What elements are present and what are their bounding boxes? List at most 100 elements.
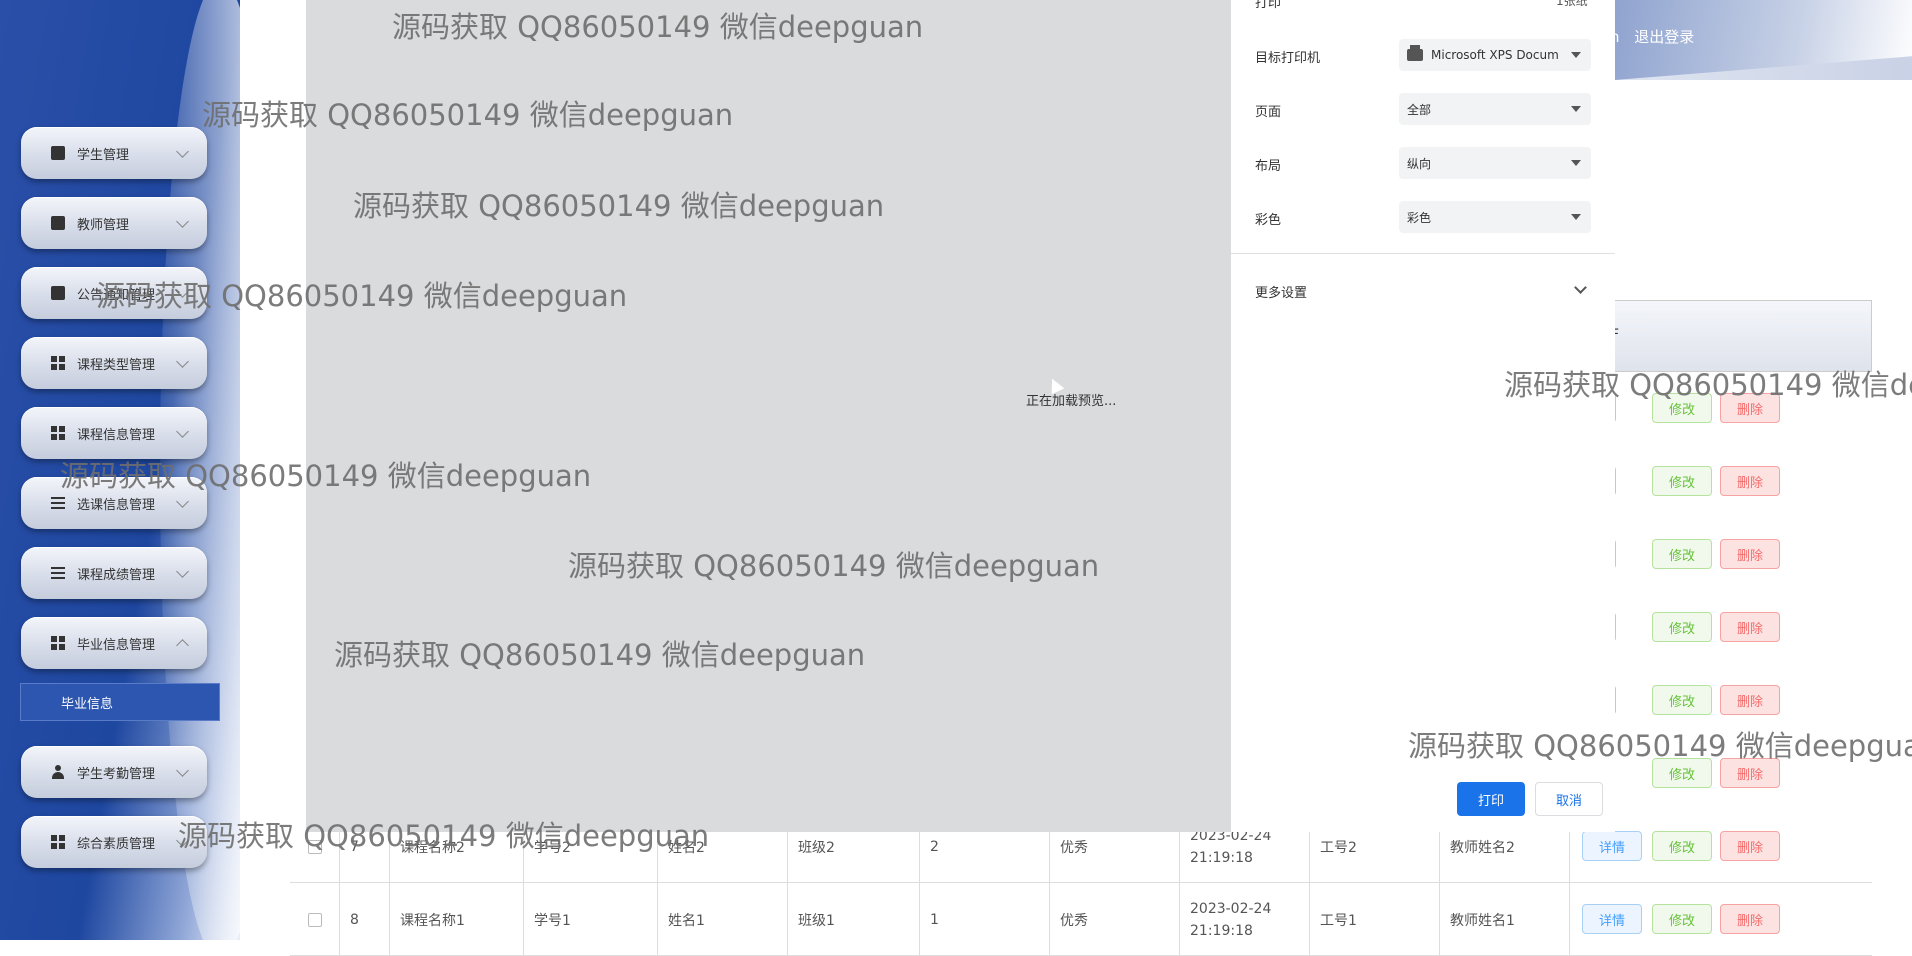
edit-button[interactable]: 修改	[1652, 758, 1712, 788]
delete-button[interactable]: 删除	[1720, 539, 1780, 569]
color-value: 彩色	[1407, 210, 1432, 225]
sidebar-item-quality-management[interactable]: 综合素质管理	[21, 816, 207, 868]
table-header-partial: F	[1572, 300, 1872, 372]
row-checkbox[interactable]	[307, 912, 322, 927]
sidebar-item-course-grade-management[interactable]: 课程成绩管理	[21, 547, 207, 599]
sidebar-item-graduation-management[interactable]: 毕业信息管理	[21, 617, 207, 669]
briefcase-icon	[51, 216, 65, 230]
sidebar-subitem-graduation-info[interactable]: 毕业信息	[20, 683, 220, 721]
caret-down-icon	[1571, 160, 1581, 166]
sidebar-item-course-selection-management[interactable]: 选课信息管理	[21, 477, 207, 529]
edit-button[interactable]: 修改	[1652, 904, 1712, 934]
chevron-down-icon	[176, 763, 189, 777]
caret-down-icon	[1571, 52, 1581, 58]
print-preview-pane: 正在加载预览...	[306, 0, 1231, 832]
course-name: 课程名称1	[390, 883, 524, 956]
grid-icon	[51, 835, 65, 849]
chevron-up-icon	[176, 638, 189, 652]
layout-value: 纵向	[1407, 156, 1432, 171]
row-index: 8	[340, 883, 390, 956]
layout-select[interactable]: 纵向	[1399, 147, 1591, 179]
delete-button[interactable]: 删除	[1720, 612, 1780, 642]
caret-down-icon	[1571, 106, 1581, 112]
time-cell: 2023-02-24 21:19:18	[1180, 883, 1310, 956]
chevron-down-icon	[176, 144, 189, 158]
printer-select[interactable]: Microsoft XPS Docum	[1399, 39, 1591, 71]
value-cell: 1	[920, 883, 1050, 956]
user-icon	[51, 765, 65, 779]
color-select[interactable]: 彩色	[1399, 201, 1591, 233]
detail-button[interactable]: 详情	[1582, 904, 1642, 934]
sidebar-item-label: 选课信息管理	[77, 497, 156, 513]
sidebar-item-course-type-management[interactable]: 课程类型管理	[21, 337, 207, 389]
student-no: 学号1	[524, 883, 658, 956]
color-label: 彩色	[1255, 213, 1282, 228]
sidebar-item-label: 课程成绩管理	[77, 567, 156, 583]
delete-button[interactable]: 删除	[1720, 393, 1780, 423]
sidebar-item-label: 学生管理	[77, 147, 130, 163]
edit-button[interactable]: 修改	[1652, 466, 1712, 496]
chevron-down-icon	[176, 354, 189, 368]
caret-down-icon	[1571, 214, 1581, 220]
chevron-down-icon	[176, 564, 189, 578]
sidebar-item-notice-management[interactable]: 公告通知管理	[21, 267, 207, 319]
more-settings-toggle[interactable]: 更多设置	[1255, 282, 1307, 301]
layout-label: 布局	[1255, 159, 1282, 174]
print-button[interactable]: 打印	[1457, 782, 1525, 816]
table-row: 8 课程名称1 学号1 姓名1 班级1 1 优秀 2023-02-24 21:1…	[290, 883, 1872, 956]
print-title: 打印	[1255, 0, 1282, 11]
pages-label: 页面	[1255, 105, 1282, 120]
chevron-down-icon	[176, 494, 189, 508]
grade-cell: 优秀	[1050, 883, 1180, 956]
sidebar-item-label: 综合素质管理	[77, 836, 156, 852]
printer-icon	[1407, 45, 1423, 61]
print-settings-panel: 打印 1张纸 目标打印机 Microsoft XPS Docum 页面 全部 布…	[1231, 0, 1615, 832]
sidebar-item-label: 学生考勤管理	[77, 766, 156, 782]
edit-button[interactable]: 修改	[1652, 393, 1712, 423]
sidebar-item-label: 课程信息管理	[77, 427, 156, 443]
pages-select[interactable]: 全部	[1399, 93, 1591, 125]
edit-button[interactable]: 修改	[1652, 685, 1712, 715]
delete-button[interactable]: 删除	[1720, 831, 1780, 861]
clipboard-icon	[51, 286, 65, 300]
chevron-down-icon	[176, 833, 189, 847]
sliders-icon	[51, 496, 65, 510]
delete-button[interactable]: 删除	[1720, 904, 1780, 934]
logout-link[interactable]: 退出登录	[1634, 28, 1694, 46]
chevron-down-icon	[176, 284, 189, 298]
grid-icon	[51, 426, 65, 440]
delete-button[interactable]: 删除	[1720, 466, 1780, 496]
delete-button[interactable]: 删除	[1720, 685, 1780, 715]
sidebar-item-label: 毕业信息管理	[77, 637, 156, 653]
loading-preview-text: 正在加载预览...	[1026, 394, 1117, 409]
detail-button[interactable]: 详情	[1582, 831, 1642, 861]
chevron-down-icon[interactable]	[1574, 281, 1587, 294]
row-checkbox[interactable]	[307, 839, 322, 854]
pages-value: 全部	[1407, 102, 1432, 117]
printer-label: 目标打印机	[1255, 51, 1321, 66]
chevron-down-icon	[176, 214, 189, 228]
teacher-name: 教师姓名1	[1440, 883, 1570, 956]
class-name: 班级1	[788, 883, 920, 956]
student-name: 姓名1	[658, 883, 788, 956]
printer-value: Microsoft XPS Docum	[1431, 48, 1559, 62]
edit-button[interactable]: 修改	[1652, 539, 1712, 569]
divider	[1231, 253, 1615, 254]
sidebar-item-teacher-management[interactable]: 教师管理	[21, 197, 207, 249]
sidebar-item-label: 教师管理	[77, 217, 130, 233]
delete-button[interactable]: 删除	[1720, 758, 1780, 788]
sidebar-item-label: 课程类型管理	[77, 357, 156, 373]
grid-icon	[51, 636, 65, 650]
sidebar-item-course-info-management[interactable]: 课程信息管理	[21, 407, 207, 459]
edit-button[interactable]: 修改	[1652, 612, 1712, 642]
grid-icon	[51, 356, 65, 370]
sidebar-item-label: 公告通知管理	[77, 287, 156, 303]
cancel-button[interactable]: 取消	[1535, 782, 1603, 816]
edit-button[interactable]: 修改	[1652, 831, 1712, 861]
sidebar-item-student-management[interactable]: 学生管理	[21, 127, 207, 179]
sheet-count: 1张纸	[1556, 0, 1588, 8]
sidebar-item-attendance-management[interactable]: 学生考勤管理	[21, 746, 207, 798]
list-icon	[51, 566, 65, 580]
teacher-no: 工号1	[1310, 883, 1440, 956]
briefcase-icon	[51, 146, 65, 160]
